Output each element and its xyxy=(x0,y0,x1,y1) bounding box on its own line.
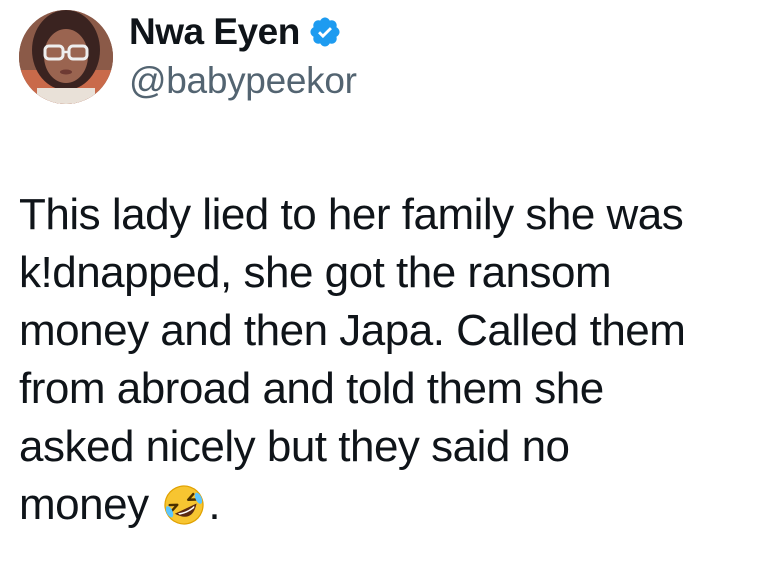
author-name-row: Nwa Eyen xyxy=(129,10,342,54)
author-handle[interactable]: @babypeekor xyxy=(129,60,357,102)
verified-badge-icon xyxy=(308,15,342,49)
rolling-on-floor-laughing-icon xyxy=(162,483,206,527)
author-avatar[interactable] xyxy=(19,10,113,104)
tweet-text-line-3: money and then Japa. Called them xyxy=(19,306,686,355)
tweet-text-line-5: asked nicely but they said no xyxy=(19,422,570,471)
avatar-photo-icon xyxy=(19,10,113,104)
tweet-text-line-4: from abroad and told them she xyxy=(19,364,604,413)
tweet-text: This lady lied to her family she was k!d… xyxy=(19,186,759,534)
tweet-text-line-2: k!dnapped, she got the ransom xyxy=(19,248,612,297)
tweet-card: Nwa Eyen @babypeekor This lady lied to h… xyxy=(0,0,765,586)
tweet-text-trailing-period: . xyxy=(208,480,221,529)
tweet-text-line-6: money xyxy=(19,480,149,529)
tweet-text-line-1: This lady lied to her family she was xyxy=(19,190,684,239)
author-display-name[interactable]: Nwa Eyen xyxy=(129,11,300,53)
